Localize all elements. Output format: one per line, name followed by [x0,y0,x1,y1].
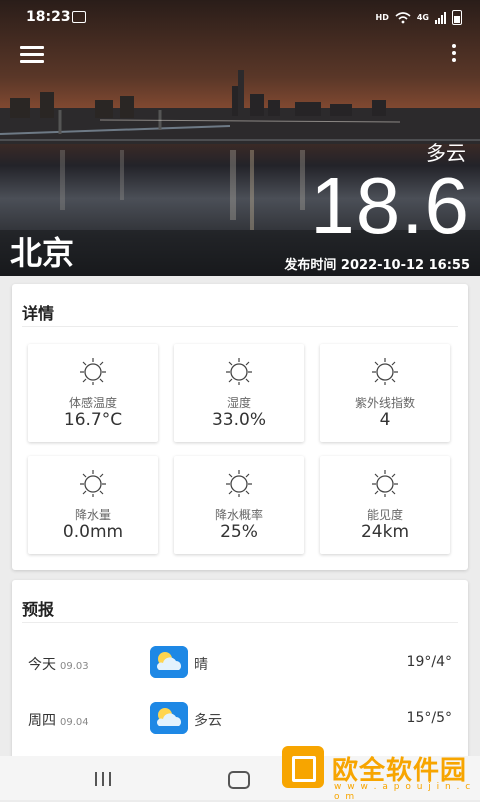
detail-value: 16.7°C [63,410,123,430]
publish-time: 发布时间 2022-10-12 16:55 [284,258,470,273]
forecast-condition: 多云 [194,713,222,729]
detail-tile-feels-like: 体感温度 16.7°C [28,344,158,442]
detail-label: 能见度 [366,508,403,522]
forecast-temp-range: 15°/5° [406,710,452,726]
detail-label: 降水量 [74,508,111,522]
forecast-row[interactable]: 周四 09.04 多云 15°/5° [12,700,468,740]
sun-icon [372,470,398,497]
recent-apps-button[interactable] [95,772,111,786]
forecast-day-name: 今天 [28,657,56,673]
current-temperature: 18.6 [310,161,470,250]
forecast-temp-range: 19°/4° [406,654,452,670]
image-notification-icon [72,11,86,23]
watermark-url: w w w . a p o u j i n . c o m [334,782,472,802]
divider [22,622,458,623]
detail-tile-precipitation: 降水量 0.0mm [28,456,158,554]
details-card: 详情 体感温度 16.7°C 湿度 33.0% 紫外线指数 4 降水量 0.0m… [12,284,468,570]
location-name: 北京 [10,234,75,272]
forecast-card: 预报 今天 09.03 晴 19°/4° 周四 09.04 多云 15°/5° [12,580,468,760]
divider [22,326,458,327]
home-button[interactable] [228,771,250,789]
detail-tile-visibility: 能见度 24km [320,456,450,554]
forecast-date: 09.04 [60,717,89,728]
wifi-icon [395,11,411,23]
detail-value: 25% [220,522,258,542]
detail-tile-humidity: 湿度 33.0% [174,344,304,442]
forecast-day: 周四 09.04 [28,710,89,730]
detail-value: 0.0mm [62,522,124,542]
more-options-icon[interactable] [448,44,460,66]
detail-value: 4 [379,410,391,430]
watermark-logo-icon [282,746,324,788]
sun-icon [80,358,106,385]
sun-icon [226,470,252,497]
status-time: 18:23 [26,9,71,25]
hero-banner: 多云 18.6 北京 发布时间 2022-10-12 16:55 [0,0,480,276]
menu-icon[interactable] [20,46,44,64]
partly-cloudy-icon [150,702,188,734]
detail-label: 体感温度 [68,396,117,410]
sun-icon [80,470,106,497]
status-bar: 18:23 HD 4G [0,0,480,34]
partly-cloudy-icon [150,646,188,678]
sun-icon [226,358,252,385]
details-title: 详情 [22,304,55,323]
cell-type-indicator: 4G [416,13,429,22]
forecast-condition: 晴 [194,657,208,673]
forecast-title: 预报 [22,600,55,619]
hd-indicator: HD [375,13,389,22]
signal-icon [435,11,446,24]
forecast-row[interactable]: 今天 09.03 晴 19°/4° [12,644,468,684]
forecast-date: 09.03 [60,661,89,672]
detail-label: 降水概率 [214,508,263,522]
forecast-day-name: 周四 [28,713,56,729]
detail-label: 紫外线指数 [354,396,415,410]
detail-tile-precip-chance: 降水概率 25% [174,456,304,554]
site-watermark: 欧全软件园 w w w . a p o u j i n . c o m [274,740,480,802]
detail-label: 湿度 [226,396,251,410]
battery-icon [452,10,462,25]
sun-icon [372,358,398,385]
detail-value: 24km [360,522,410,542]
detail-tile-uv-index: 紫外线指数 4 [320,344,450,442]
detail-value: 33.0% [211,410,266,430]
forecast-day: 今天 09.03 [28,654,89,674]
